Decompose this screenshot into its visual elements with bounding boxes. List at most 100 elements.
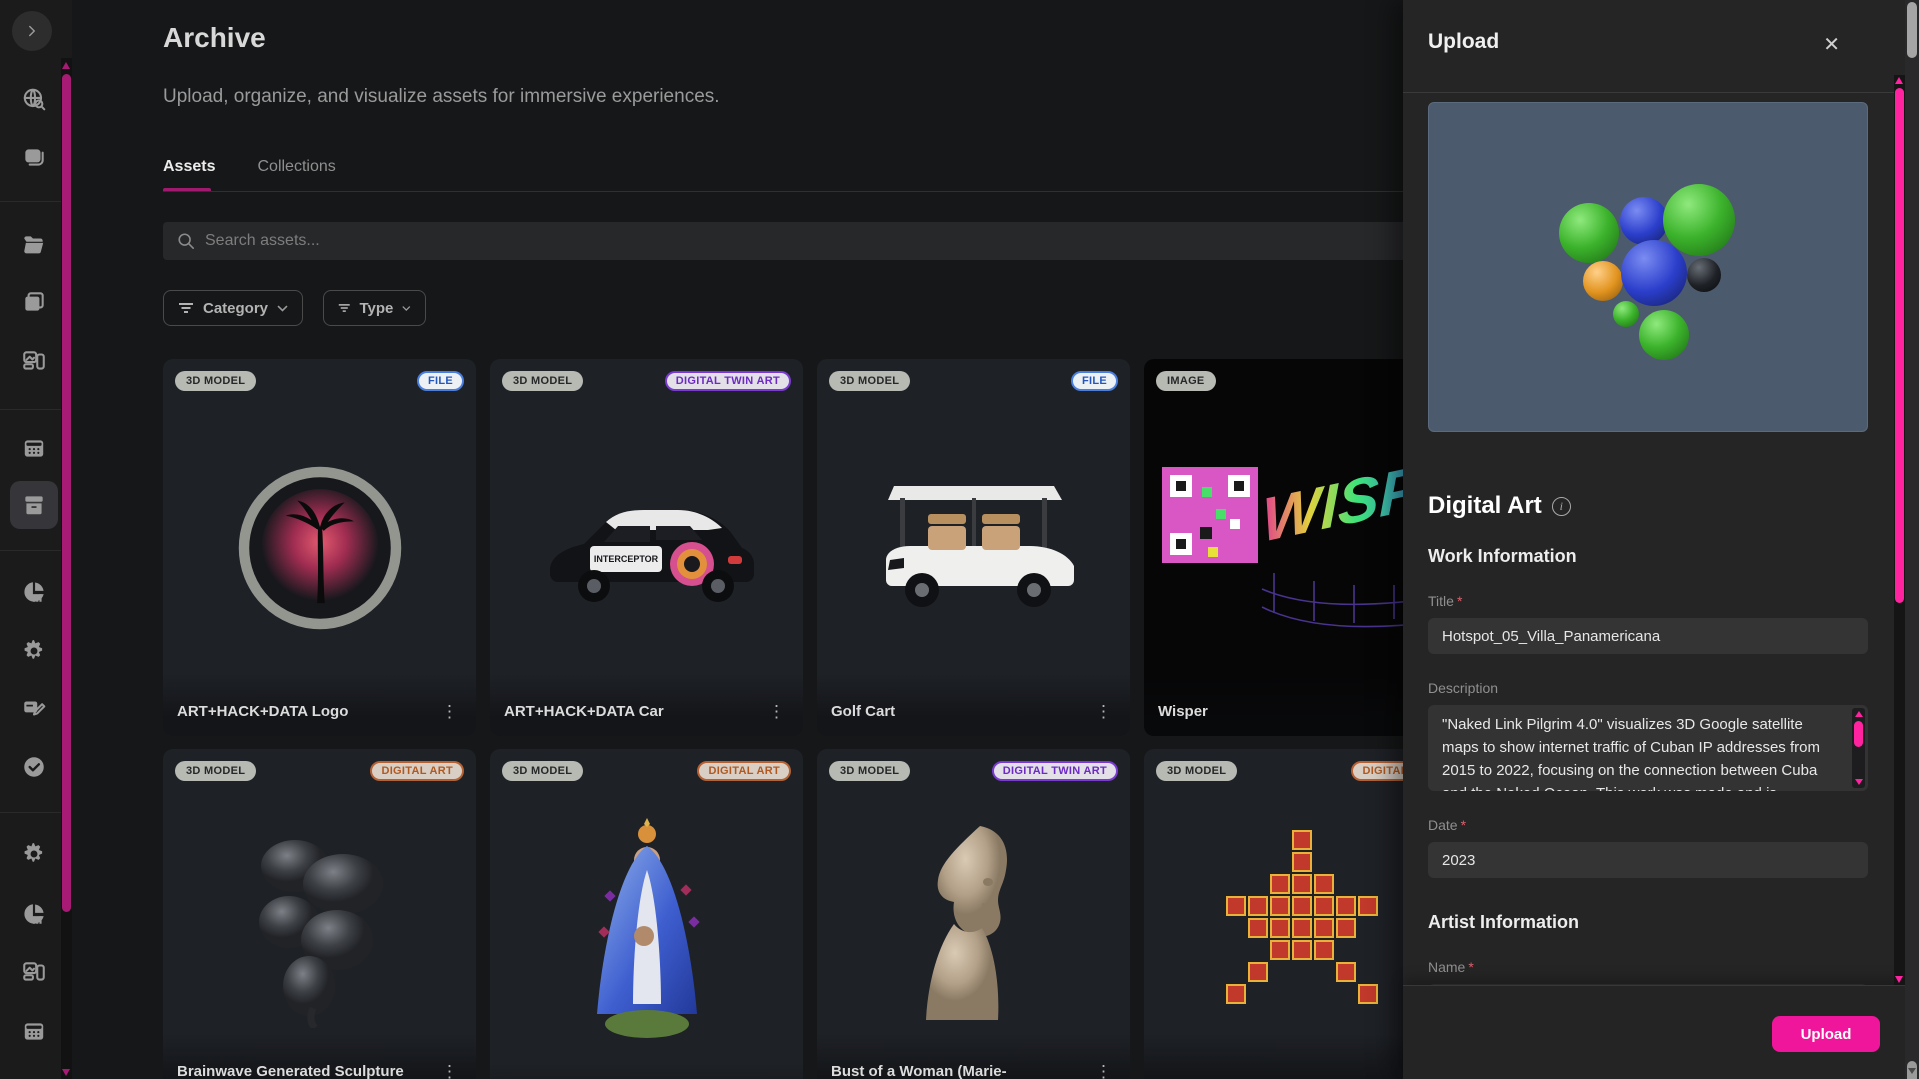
asset-card-robed-figure[interactable]: 3D MODEL DIGITAL ART ⋮ bbox=[490, 749, 803, 1079]
sidebar-item-archive[interactable] bbox=[10, 481, 58, 529]
card-footer: ART+HACK+DATA Car ⋮ bbox=[490, 674, 803, 736]
sidebar-item-approvals[interactable] bbox=[10, 743, 58, 791]
scroll-down-arrow[interactable] bbox=[1855, 779, 1863, 785]
window-scrollbar[interactable] bbox=[1905, 0, 1919, 1079]
sidebar-item-media-2[interactable] bbox=[10, 948, 58, 996]
sidebar-item-analytics-2[interactable] bbox=[10, 890, 58, 938]
asset-type-badge: 3D MODEL bbox=[1156, 761, 1237, 781]
asset-category-badge: FILE bbox=[1071, 371, 1118, 391]
sidebar-scrollbar[interactable] bbox=[61, 58, 72, 1079]
card-edit-icon bbox=[21, 695, 47, 721]
asset-type-badge: IMAGE bbox=[1156, 371, 1216, 391]
date-label-text: Date bbox=[1428, 817, 1458, 833]
name-label-text: Name bbox=[1428, 959, 1465, 975]
preview-ball bbox=[1621, 240, 1687, 306]
date-input[interactable] bbox=[1428, 842, 1868, 878]
asset-card-brainwave-sculpture[interactable]: 3D MODEL DIGITAL ART Brainwave Generated… bbox=[163, 749, 476, 1079]
tab-assets[interactable]: Assets bbox=[163, 158, 215, 190]
check-circle-icon bbox=[21, 754, 47, 780]
scroll-down-arrow[interactable] bbox=[1895, 976, 1903, 983]
asset-menu-button[interactable]: ⋮ bbox=[433, 698, 466, 726]
sidebar bbox=[0, 0, 72, 1079]
device-image-icon bbox=[21, 348, 47, 374]
scrollbar-thumb[interactable] bbox=[1895, 88, 1904, 603]
filter-icon bbox=[338, 301, 351, 315]
asset-title: Bust of a Woman (Marie- bbox=[831, 1063, 1007, 1079]
asset-menu-button[interactable]: ⋮ bbox=[1087, 1058, 1120, 1079]
asset-type-badge: 3D MODEL bbox=[829, 371, 910, 391]
upload-panel-body: Digital Art i Work Information Title* De… bbox=[1403, 92, 1919, 985]
upload-button[interactable]: Upload bbox=[1772, 1016, 1880, 1052]
asset-image-bust-of-a-woman bbox=[817, 749, 1130, 1079]
required-asterisk: * bbox=[1457, 593, 1462, 609]
sidebar-item-cards[interactable] bbox=[10, 133, 58, 181]
asset-title: Wisper bbox=[1158, 703, 1208, 720]
sidebar-item-files[interactable] bbox=[10, 221, 58, 269]
preview-ball bbox=[1663, 184, 1735, 256]
scrollbar-thumb[interactable] bbox=[1907, 2, 1917, 58]
title-label-text: Title bbox=[1428, 593, 1454, 609]
description-field-label: Description bbox=[1428, 680, 1868, 696]
chevron-down-icon bbox=[402, 305, 411, 312]
asset-title: Brainwave Generated Sculpture bbox=[177, 1063, 404, 1079]
asset-type-badge: 3D MODEL bbox=[829, 761, 910, 781]
tab-collections[interactable]: Collections bbox=[257, 158, 335, 190]
page-title: Archive bbox=[163, 22, 266, 54]
close-icon[interactable]: ✕ bbox=[1819, 28, 1844, 61]
asset-title: ART+HACK+DATA Logo bbox=[177, 703, 348, 720]
category-filter-button[interactable]: Category bbox=[163, 290, 303, 326]
asset-menu-button[interactable]: ⋮ bbox=[1087, 698, 1120, 726]
scroll-down-arrow[interactable] bbox=[62, 1069, 70, 1076]
globe-search-icon bbox=[21, 86, 47, 112]
sidebar-item-settings-2[interactable] bbox=[10, 830, 58, 878]
asset-title: Golf Cart bbox=[831, 703, 895, 720]
panel-scrollbar[interactable] bbox=[1894, 75, 1905, 985]
description-textarea[interactable]: "Naked Link Pilgrim 4.0" visualizes 3D G… bbox=[1428, 705, 1868, 791]
scroll-up-arrow[interactable] bbox=[62, 62, 70, 69]
scroll-down-arrow[interactable] bbox=[1908, 1068, 1916, 1074]
sidebar-item-license[interactable] bbox=[10, 684, 58, 732]
type-filter-button[interactable]: Type bbox=[323, 290, 426, 326]
sidebar-toggle-button[interactable] bbox=[12, 11, 52, 51]
sidebar-item-media[interactable] bbox=[10, 337, 58, 385]
asset-card-golf-cart[interactable]: 3D MODEL FILE Golf Cart ⋮ bbox=[817, 359, 1130, 736]
asset-card-art-hack-data-logo[interactable]: 3D MODEL FILE ART+HACK+DATA Logo ⋮ bbox=[163, 359, 476, 736]
description-text: "Naked Link Pilgrim 4.0" visualizes 3D G… bbox=[1428, 705, 1848, 791]
card-footer: Golf Cart ⋮ bbox=[817, 674, 1130, 736]
card-footer: ⋮ bbox=[490, 1064, 803, 1079]
sidebar-item-calendar[interactable] bbox=[10, 424, 58, 472]
scrollbar-thumb[interactable] bbox=[1854, 721, 1863, 747]
asset-menu-button[interactable]: ⋮ bbox=[433, 1058, 466, 1079]
card-footer: ART+HACK+DATA Logo ⋮ bbox=[163, 674, 476, 736]
scrollbar-thumb[interactable] bbox=[62, 74, 71, 912]
gear-icon bbox=[21, 638, 47, 664]
upload-preview-image bbox=[1428, 102, 1868, 432]
title-input[interactable] bbox=[1428, 618, 1868, 654]
gear-icon bbox=[21, 841, 47, 867]
asset-card-art-hack-data-car[interactable]: INTERCEPTOR 3D MODEL DIGITAL TWIN ART AR… bbox=[490, 359, 803, 736]
sidebar-item-settings[interactable] bbox=[10, 627, 58, 675]
search-bar[interactable] bbox=[163, 222, 1457, 260]
asset-card-bust-of-a-woman[interactable]: 3D MODEL DIGITAL TWIN ART Bust of a Woma… bbox=[817, 749, 1130, 1079]
page-subtitle: Upload, organize, and visualize assets f… bbox=[163, 86, 720, 108]
search-input[interactable] bbox=[205, 232, 1305, 250]
scroll-up-arrow[interactable] bbox=[1855, 711, 1863, 717]
description-scrollbar[interactable] bbox=[1852, 708, 1865, 788]
search-icon bbox=[177, 232, 195, 250]
sidebar-item-analytics[interactable] bbox=[10, 568, 58, 616]
upload-panel-footer: Upload bbox=[1403, 985, 1919, 1079]
sidebar-item-explore[interactable] bbox=[10, 75, 58, 123]
car-decal-text: INTERCEPTOR bbox=[593, 554, 658, 564]
required-asterisk: * bbox=[1461, 817, 1466, 833]
sidebar-item-calendar-2[interactable] bbox=[10, 1007, 58, 1055]
category-filter-label: Category bbox=[203, 300, 268, 317]
layers-icon bbox=[21, 144, 47, 170]
scroll-up-arrow[interactable] bbox=[1895, 77, 1903, 84]
copy-stack-icon bbox=[21, 289, 47, 315]
asset-grid: 3D MODEL FILE ART+HACK+DATA Logo ⋮ INTER… bbox=[163, 359, 1457, 1079]
sidebar-item-collections[interactable] bbox=[10, 278, 58, 326]
asset-menu-button[interactable]: ⋮ bbox=[760, 698, 793, 726]
info-icon[interactable]: i bbox=[1552, 497, 1571, 516]
preview-ball bbox=[1687, 258, 1721, 292]
preview-ball bbox=[1639, 310, 1689, 360]
